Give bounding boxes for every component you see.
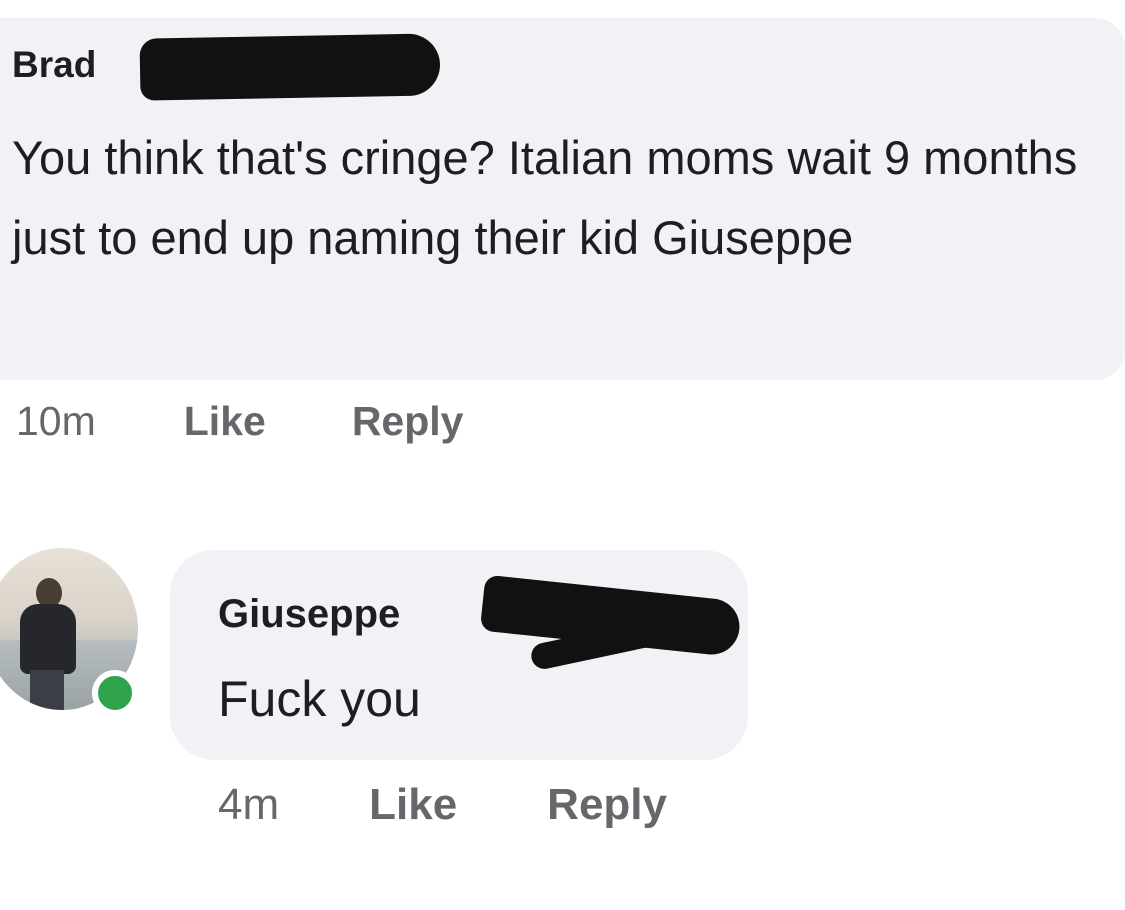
avatar-photo-person-body [20,604,76,674]
reply-button[interactable]: Reply [352,398,464,445]
comment-author-name[interactable]: Giuseppe [218,592,400,637]
reply-button[interactable]: Reply [547,780,667,830]
comment-actions: 4m Like Reply [218,780,667,830]
like-button[interactable]: Like [369,780,457,830]
redaction-mark [139,33,441,101]
comment-thread: Brad You think that's cringe? Italian mo… [0,0,1125,910]
like-button[interactable]: Like [184,398,266,445]
comment-actions: 10m Like Reply [16,398,463,445]
comment-timestamp[interactable]: 10m [16,398,96,445]
avatar-photo-person-legs [30,670,64,710]
online-status-icon [92,670,138,716]
comment-text: You think that's cringe? Italian moms wa… [12,131,1078,264]
comment-author-name[interactable]: Brad [12,44,96,86]
comment-text: Fuck you [218,671,421,727]
comment-timestamp[interactable]: 4m [218,780,279,830]
